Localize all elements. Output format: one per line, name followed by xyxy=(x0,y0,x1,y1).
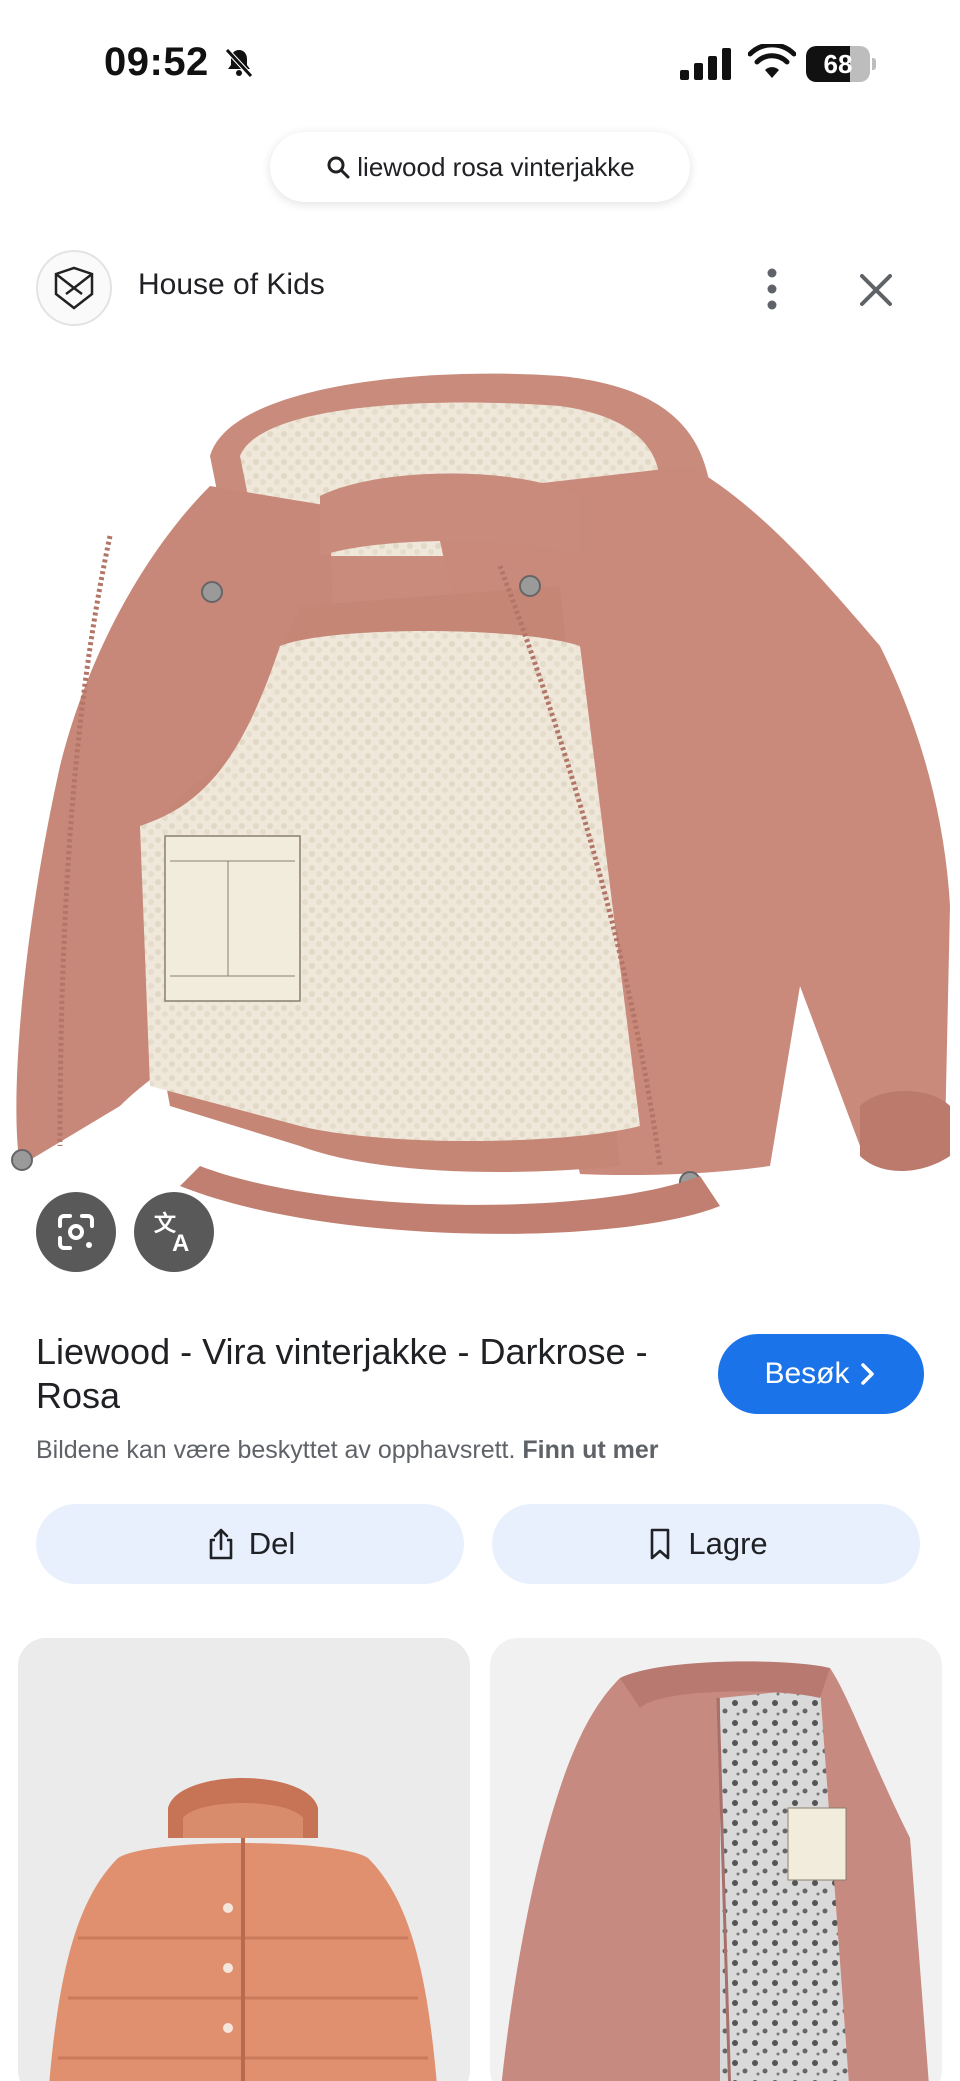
save-label: Lagre xyxy=(688,1526,768,1561)
status-time: 09:52 xyxy=(104,40,209,84)
copyright-notice: Bildene kan være beskyttet av opphavsret… xyxy=(36,1436,659,1465)
battery-percent: 68 xyxy=(823,49,853,79)
wifi-icon xyxy=(748,44,796,78)
house-of-kids-logo-icon xyxy=(54,266,94,310)
search-icon xyxy=(327,156,350,179)
pink-winter-jacket-illustration xyxy=(11,373,950,1234)
related-result-card[interactable] xyxy=(490,1638,942,2081)
translate-button[interactable]: 文 A xyxy=(134,1192,214,1272)
bell-muted-icon xyxy=(225,48,253,78)
source-favicon[interactable] xyxy=(36,250,112,326)
source-name[interactable]: House of Kids xyxy=(138,268,325,302)
share-icon xyxy=(209,1528,233,1560)
visit-button-label: Besøk xyxy=(764,1357,850,1390)
google-lens-button[interactable] xyxy=(36,1192,116,1272)
cellular-signal-icon xyxy=(680,48,731,80)
related-result-card[interactable] xyxy=(18,1638,470,2081)
result-title[interactable]: Liewood - Vira vinterjakke - Darkrose - … xyxy=(36,1330,676,1418)
lens-icon xyxy=(58,1214,94,1250)
share-button[interactable]: Del xyxy=(36,1504,464,1584)
pink-leopard-lined-jacket-image xyxy=(501,1661,929,2081)
share-label: Del xyxy=(248,1526,296,1561)
search-query-pill[interactable]: liewood rosa vinterjakke xyxy=(270,132,690,202)
save-button[interactable]: Lagre xyxy=(492,1504,920,1584)
main-product-image[interactable] xyxy=(0,346,960,1276)
status-bar: 09:52 68 xyxy=(0,0,960,120)
translate-icon: 文 A xyxy=(154,1211,189,1255)
copyright-text: Bildene kan være beskyttet av opphavsret… xyxy=(36,1436,516,1464)
more-vert-icon[interactable] xyxy=(752,264,792,314)
bookmark-icon xyxy=(651,1528,670,1560)
search-query-text: liewood rosa vinterjakke xyxy=(357,151,635,182)
battery-indicator: 68 xyxy=(806,46,876,82)
orange-puffer-jacket-image xyxy=(49,1778,437,2081)
close-icon[interactable] xyxy=(854,268,898,312)
svg-text:A: A xyxy=(172,1230,189,1255)
learn-more-link[interactable]: Finn ut mer xyxy=(522,1436,658,1464)
source-header: House of Kids xyxy=(0,246,960,330)
visit-button[interactable]: Besøk xyxy=(718,1334,924,1414)
chevron-right-icon xyxy=(860,1363,874,1385)
